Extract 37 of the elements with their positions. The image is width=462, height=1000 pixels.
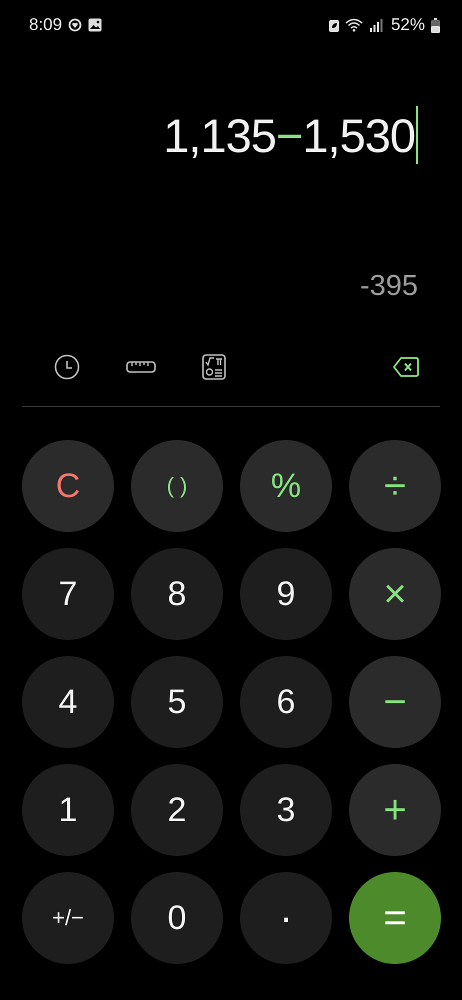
keypad-button[interactable]: 0: [131, 872, 223, 964]
decimal-point-button[interactable]: .: [240, 872, 332, 964]
expression-number: 1,135: [163, 108, 276, 162]
history-icon[interactable]: [54, 354, 80, 380]
keypad-button[interactable]: 5: [131, 656, 223, 748]
keypad-button[interactable]: 2: [131, 764, 223, 856]
operator-button[interactable]: ÷: [349, 440, 441, 532]
keypad-button[interactable]: 7: [22, 548, 114, 640]
operator-button[interactable]: −: [349, 656, 441, 748]
wifi-icon: [344, 18, 363, 32]
function-button[interactable]: ( ): [131, 440, 223, 532]
function-button[interactable]: %: [240, 440, 332, 532]
backspace-icon[interactable]: [393, 357, 419, 377]
signal-icon: [368, 18, 383, 32]
battery-icon: [431, 18, 440, 32]
keypad-button[interactable]: 3: [240, 764, 332, 856]
result-preview: -395: [358, 270, 418, 303]
keypad-button[interactable]: 6: [240, 656, 332, 748]
status-circle-icon: [68, 18, 82, 32]
expression-number: 1,530: [302, 108, 415, 162]
ruler-icon[interactable]: [126, 360, 156, 374]
operator-button[interactable]: ×: [349, 548, 441, 640]
scientific-mode-icon[interactable]: [202, 354, 226, 380]
keypad-button[interactable]: +/−: [22, 872, 114, 964]
text-cursor: [416, 106, 418, 164]
battery-saver-icon: [328, 18, 339, 32]
equals-button[interactable]: =: [349, 872, 441, 964]
keypad-button[interactable]: 4: [22, 656, 114, 748]
keypad-button[interactable]: 9: [240, 548, 332, 640]
image-icon: [88, 18, 102, 32]
keypad-button[interactable]: 8: [131, 548, 223, 640]
operator-symbol: −: [276, 108, 302, 162]
status-time: 8:09: [29, 15, 62, 35]
clear-button[interactable]: C: [22, 440, 114, 532]
keypad-button[interactable]: 1: [22, 764, 114, 856]
battery-percent: 52%: [390, 15, 425, 35]
operator-button[interactable]: +: [349, 764, 441, 856]
